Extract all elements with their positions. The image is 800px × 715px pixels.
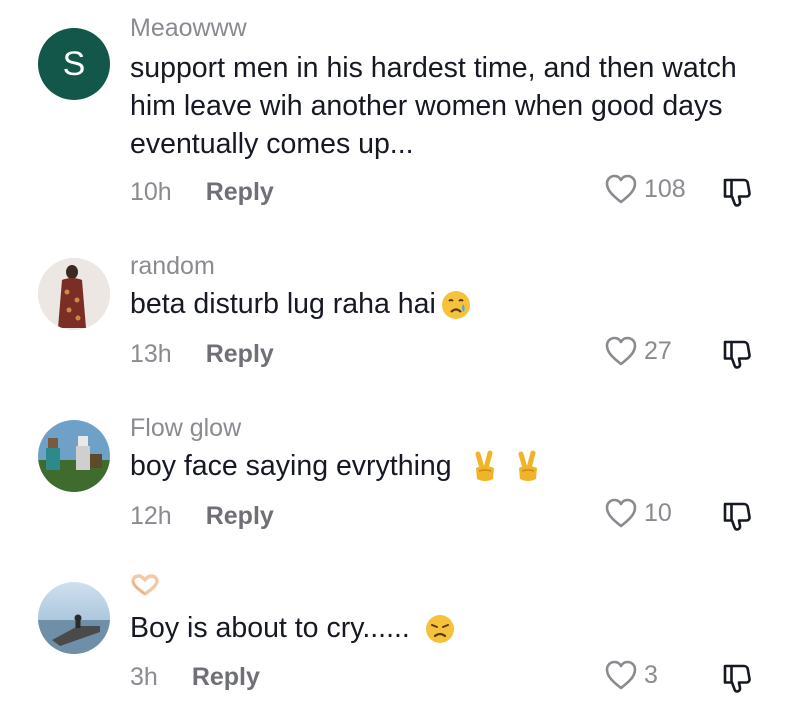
- reply-button[interactable]: Reply: [206, 178, 274, 207]
- heart-outline-icon: [605, 660, 637, 690]
- avatar[interactable]: [38, 420, 110, 492]
- comment-item: random beta disturb lug raha hai 13h Rep…: [0, 240, 800, 390]
- comment-item: Flow glow boy face saying evrything 12h …: [0, 402, 800, 552]
- thumbs-down-icon: [723, 178, 751, 207]
- comment-item: Boy is about to cry...... 3h Reply 3: [0, 564, 800, 715]
- victory-hand-emoji: [475, 450, 494, 482]
- comment-meta: 3h Reply: [130, 663, 260, 692]
- comment-meta: 12h Reply: [130, 502, 274, 531]
- heart-hands-emoji: [131, 574, 159, 596]
- like-button[interactable]: 108: [604, 173, 686, 205]
- comment-username[interactable]: Flow glow: [130, 414, 241, 443]
- heart-outline-icon: [605, 174, 637, 204]
- comment-text: support men in his hardest time, and the…: [130, 52, 737, 160]
- comment-text: boy face saying evrything: [130, 447, 770, 485]
- victory-hand-emoji: [518, 450, 538, 482]
- avatar-image: [38, 582, 110, 654]
- comment-timestamp: 10h: [130, 178, 172, 206]
- comment-text: beta disturb lug raha hai: [130, 285, 770, 323]
- like-button[interactable]: 3: [604, 659, 658, 691]
- dislike-button[interactable]: [720, 661, 754, 700]
- comment-text-content: beta disturb lug raha hai: [130, 288, 436, 320]
- thumbs-down-icon: [723, 340, 751, 369]
- like-button[interactable]: 27: [604, 335, 672, 367]
- avatar-image: [38, 258, 110, 330]
- like-count: 3: [644, 660, 658, 689]
- comment-meta: 10h Reply: [130, 178, 274, 207]
- dislike-button[interactable]: [720, 499, 754, 538]
- disappointed-face-emoji: [425, 615, 454, 644]
- thumbs-down-icon: [723, 502, 751, 531]
- like-count: 108: [644, 174, 686, 203]
- dislike-button[interactable]: [720, 337, 754, 376]
- reply-button[interactable]: Reply: [192, 663, 260, 692]
- heart-outline-icon: [605, 336, 637, 366]
- comment-text-content: Boy is about to cry......: [130, 612, 410, 644]
- avatar-letter: S: [62, 44, 86, 83]
- dislike-button[interactable]: [720, 175, 754, 214]
- comment-username[interactable]: random: [130, 252, 215, 281]
- reply-button[interactable]: Reply: [206, 502, 274, 531]
- comment-username[interactable]: Meaowww: [130, 14, 247, 43]
- avatar[interactable]: S: [38, 28, 110, 100]
- thumbs-down-icon: [723, 664, 751, 693]
- crying-face-emoji: [441, 291, 470, 320]
- comment-timestamp: 13h: [130, 340, 172, 368]
- comment-timestamp: 12h: [130, 502, 172, 530]
- comment-text-content: boy face saying evrything: [130, 450, 452, 482]
- heart-outline-icon: [605, 498, 637, 528]
- comment-text: Boy is about to cry......: [130, 609, 770, 647]
- avatar-image: [38, 420, 110, 492]
- like-button[interactable]: 10: [604, 497, 672, 529]
- reply-button[interactable]: Reply: [206, 340, 274, 369]
- comment-meta: 13h Reply: [130, 340, 274, 369]
- comment-username[interactable]: [130, 574, 160, 603]
- comment-timestamp: 3h: [130, 663, 158, 691]
- avatar[interactable]: [38, 582, 110, 654]
- comment-item: S Meaowww support men in his hardest tim…: [0, 0, 800, 230]
- avatar[interactable]: [38, 258, 110, 330]
- like-count: 10: [644, 498, 672, 527]
- like-count: 27: [644, 336, 672, 365]
